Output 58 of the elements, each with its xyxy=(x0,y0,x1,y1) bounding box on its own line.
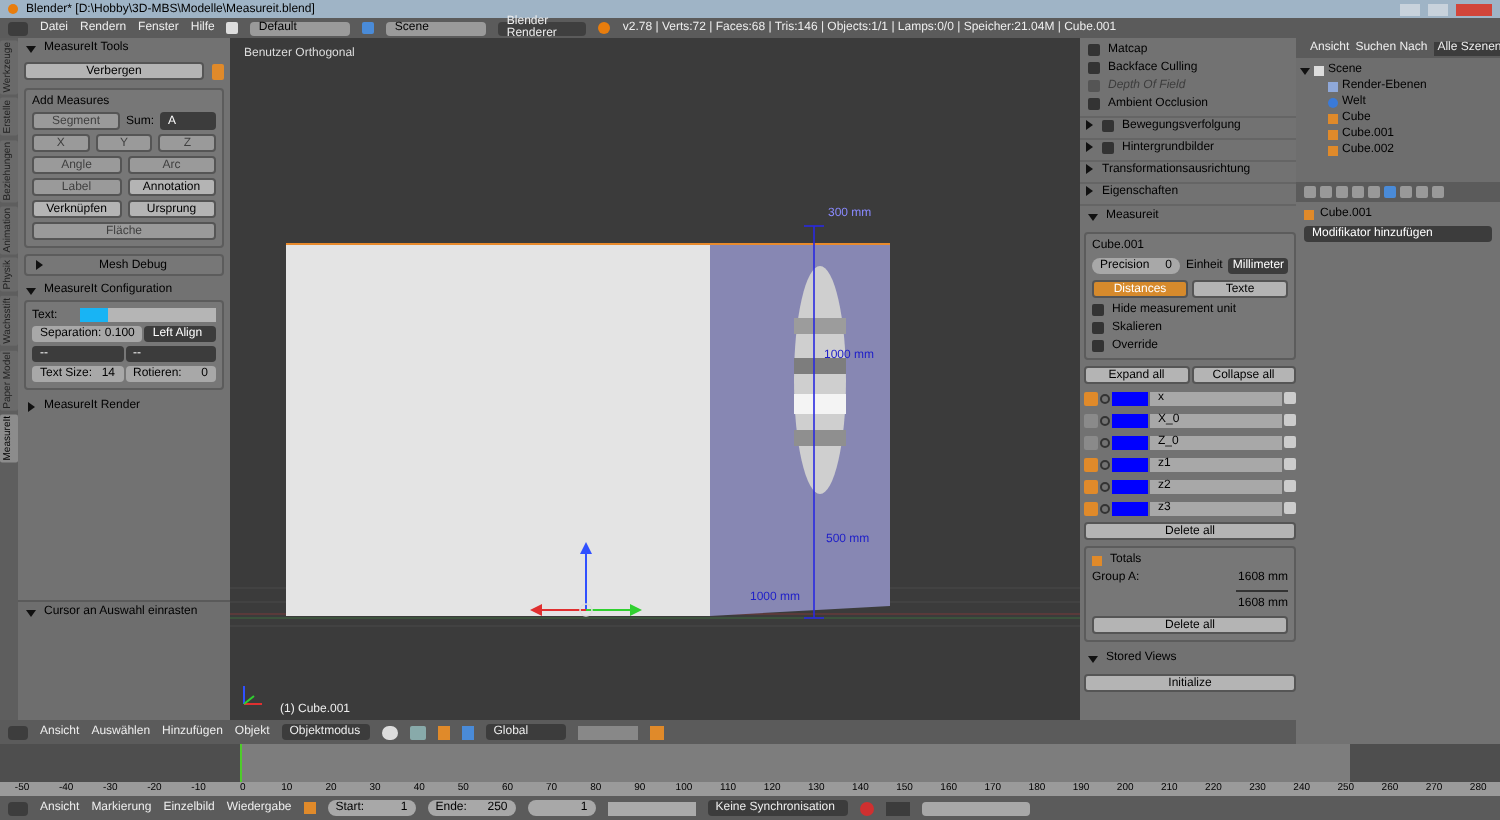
editor-type-icon[interactable] xyxy=(8,725,28,739)
checkbox[interactable] xyxy=(1088,62,1100,74)
snap-icon[interactable] xyxy=(649,725,664,739)
eye-icon[interactable] xyxy=(1084,501,1098,515)
eye-icon[interactable] xyxy=(1084,479,1098,493)
object-icon xyxy=(1304,209,1314,219)
minimize-icon[interactable] xyxy=(1400,3,1420,15)
eye-icon[interactable] xyxy=(1084,413,1098,427)
preview-range-icon[interactable] xyxy=(303,802,316,814)
expanded-triangle-icon[interactable] xyxy=(1088,653,1098,663)
checkbox[interactable] xyxy=(1088,44,1100,56)
world-icon xyxy=(1328,97,1338,107)
color-swatch[interactable] xyxy=(80,308,108,322)
eye-icon[interactable] xyxy=(1084,391,1098,405)
color-swatch[interactable] xyxy=(1112,479,1148,493)
checkbox[interactable] xyxy=(1088,98,1100,110)
color-swatch[interactable] xyxy=(1112,457,1148,471)
record-icon[interactable] xyxy=(859,801,874,815)
blender-logo-icon xyxy=(598,22,611,34)
blender-logo-icon xyxy=(8,4,18,14)
totals-icon xyxy=(1092,555,1102,565)
checkbox[interactable] xyxy=(1102,119,1114,131)
transform-gizmo-icon[interactable] xyxy=(530,542,642,622)
layers-icon xyxy=(1328,81,1338,91)
collapsed-triangle-icon[interactable] xyxy=(1084,142,1094,152)
collapsed-triangle-icon[interactable] xyxy=(26,401,36,411)
color-swatch[interactable] xyxy=(1112,391,1148,405)
expanded-triangle-icon[interactable] xyxy=(26,43,36,53)
collapsed-triangle-icon[interactable] xyxy=(34,260,44,270)
editor-type-icon[interactable] xyxy=(8,801,28,815)
shading-icon[interactable] xyxy=(381,725,398,739)
expanded-triangle-icon[interactable] xyxy=(1088,211,1098,221)
collapsed-triangle-icon[interactable] xyxy=(1084,164,1094,174)
toggle-icon[interactable] xyxy=(212,63,224,79)
timeline-track[interactable] xyxy=(0,744,1500,782)
expanded-triangle-icon[interactable] xyxy=(1300,65,1310,75)
eye-icon[interactable] xyxy=(1084,435,1098,449)
expanded-triangle-icon[interactable] xyxy=(26,607,36,617)
layout-icon[interactable] xyxy=(226,22,239,34)
color-swatch[interactable] xyxy=(1112,413,1148,427)
close-icon[interactable] xyxy=(1456,3,1492,15)
eye-icon[interactable] xyxy=(1084,457,1098,471)
scene-icon[interactable] xyxy=(362,22,375,34)
maximize-icon[interactable] xyxy=(1428,3,1448,15)
pivot-icon[interactable] xyxy=(409,725,426,739)
expanded-triangle-icon[interactable] xyxy=(26,285,36,295)
cube-drawing[interactable] xyxy=(284,240,894,620)
keying-set-field[interactable] xyxy=(921,801,1030,815)
axis-icon xyxy=(240,684,264,708)
checkbox[interactable] xyxy=(1092,322,1104,334)
collapsed-triangle-icon[interactable] xyxy=(1084,120,1094,130)
collapsed-triangle-icon[interactable] xyxy=(1084,186,1094,196)
color-swatch[interactable] xyxy=(1112,501,1148,515)
color-swatch[interactable] xyxy=(1112,435,1148,449)
checkbox[interactable] xyxy=(1102,141,1114,153)
scene-icon xyxy=(1314,65,1324,75)
checkbox[interactable] xyxy=(1092,304,1104,316)
checkbox[interactable] xyxy=(1092,340,1104,352)
